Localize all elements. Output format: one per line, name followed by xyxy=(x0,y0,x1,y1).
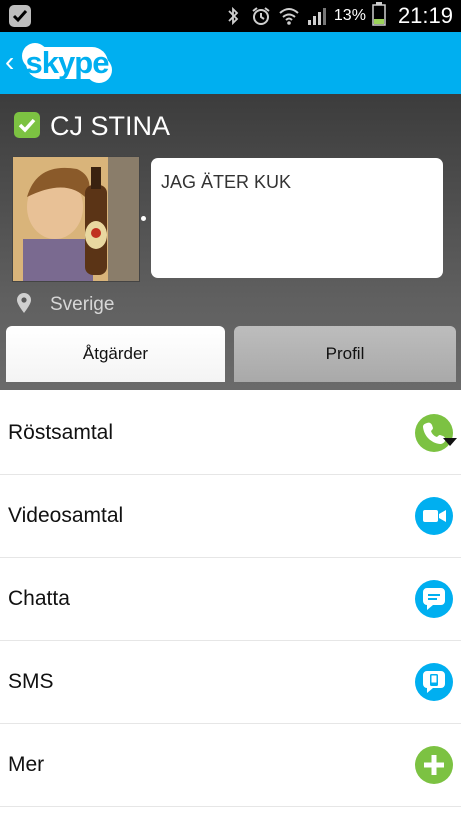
list-item-sms[interactable]: SMS xyxy=(0,641,461,724)
chevron-left-icon[interactable]: ‹ xyxy=(5,48,14,76)
clock-time: 21:19 xyxy=(397,3,453,28)
sms-icon[interactable] xyxy=(415,663,453,701)
status-bar: 13% 21:19 xyxy=(0,0,461,32)
skype-logo[interactable]: skype xyxy=(20,40,114,86)
app-header: ‹ skype xyxy=(0,32,461,94)
location-pin-icon xyxy=(16,292,32,314)
battery-percent: 13% xyxy=(333,7,366,24)
list-item-voice-call[interactable]: Röstsamtal xyxy=(0,392,461,475)
contact-profile-panel: CJ STINA JAG ÄTER KUK Sverige Åtgärder P… xyxy=(0,94,461,390)
wifi-icon xyxy=(278,5,300,27)
plus-icon[interactable] xyxy=(415,746,453,784)
dropdown-caret-icon[interactable] xyxy=(443,438,457,446)
actions-list: Röstsamtal Videosamtal Chatta SMS Mer xyxy=(0,392,461,807)
tab-profile-label: Profil xyxy=(325,344,365,363)
alarm-clock-icon xyxy=(250,5,272,27)
sms-label: SMS xyxy=(8,670,54,693)
tab-profile[interactable]: Profil xyxy=(234,326,456,382)
mood-message-bubble: JAG ÄTER KUK xyxy=(151,158,443,278)
list-item-video-call[interactable]: Videosamtal xyxy=(0,475,461,558)
more-label: Mer xyxy=(8,753,45,776)
tab-actions-label: Åtgärder xyxy=(82,344,149,363)
bluetooth-icon xyxy=(222,5,244,27)
video-call-label: Videosamtal xyxy=(8,504,124,527)
phone-icon[interactable] xyxy=(415,414,453,452)
avatar[interactable] xyxy=(12,156,140,282)
list-item-more[interactable]: Mer xyxy=(0,724,461,807)
bubble-tail xyxy=(141,216,146,221)
skype-logo-text: skype xyxy=(25,45,110,80)
contact-name: CJ STINA xyxy=(50,111,171,141)
video-camera-icon[interactable] xyxy=(415,497,453,535)
mood-message: JAG ÄTER KUK xyxy=(161,172,292,192)
battery-icon xyxy=(372,1,386,31)
chat-bubble-icon[interactable] xyxy=(415,580,453,618)
notification-check-icon xyxy=(8,4,32,28)
signal-strength-icon xyxy=(306,5,328,27)
list-item-chat[interactable]: Chatta xyxy=(0,558,461,641)
chat-label: Chatta xyxy=(8,587,70,610)
online-status-check-icon xyxy=(14,112,40,138)
tab-actions[interactable]: Åtgärder xyxy=(6,326,225,382)
voice-call-label: Röstsamtal xyxy=(8,421,114,444)
contact-location: Sverige xyxy=(50,294,115,315)
